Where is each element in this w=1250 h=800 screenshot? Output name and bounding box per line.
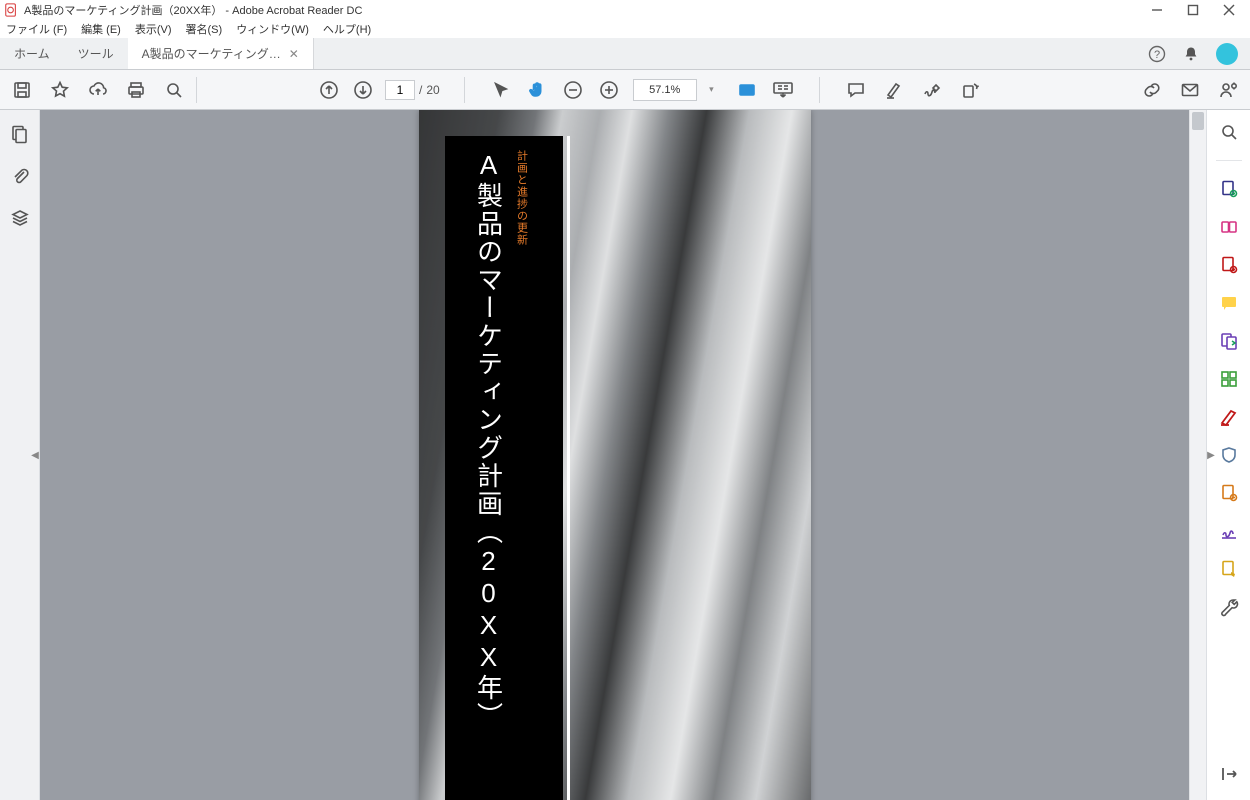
window-close-button[interactable] (1222, 3, 1236, 17)
svg-text:?: ? (1154, 49, 1160, 61)
page-current-input[interactable] (385, 80, 415, 100)
menu-help[interactable]: ヘルプ(H) (323, 21, 371, 37)
compress-icon[interactable] (1219, 483, 1239, 503)
cloud-upload-icon[interactable] (86, 78, 110, 102)
print-icon[interactable] (124, 78, 148, 102)
send-for-signature-icon[interactable] (1219, 559, 1239, 579)
more-tools-icon[interactable] (1219, 597, 1239, 617)
window-title: A製品のマーケティング計画（20XX年） - Adobe Acrobat Rea… (24, 2, 362, 18)
email-icon[interactable] (1178, 78, 1202, 102)
help-icon[interactable]: ? (1148, 45, 1166, 63)
window-minimize-button[interactable] (1150, 3, 1164, 17)
edit-pdf-icon[interactable] (1219, 255, 1239, 275)
selection-tool-icon[interactable] (489, 78, 513, 102)
window-maximize-button[interactable] (1186, 3, 1200, 17)
tab-document-label: A製品のマーケティング… (142, 45, 281, 62)
page-indicator: / 20 (385, 79, 440, 101)
search-icon-rail[interactable] (1219, 122, 1239, 142)
right-rail-collapse-handle[interactable]: ▶ (1205, 434, 1217, 476)
page-total: 20 (426, 83, 439, 97)
vertical-scrollbar[interactable] (1189, 110, 1206, 800)
chevron-down-icon[interactable]: ▾ (709, 84, 714, 95)
slide-subtitle: 計画と進捗の更新 (514, 150, 530, 246)
vertical-scrollbar-thumb[interactable] (1192, 112, 1204, 130)
link-share-icon[interactable] (1140, 78, 1164, 102)
menu-edit[interactable]: 編集 (E) (81, 21, 121, 37)
hand-tool-icon[interactable] (525, 78, 549, 102)
combine-files-icon[interactable] (1219, 331, 1239, 351)
tab-home[interactable]: ホーム (0, 38, 64, 69)
rotate-icon[interactable] (958, 78, 982, 102)
star-icon[interactable] (48, 78, 72, 102)
menu-bar: ファイル (F) 編集 (E) 表示(V) 署名(S) ウィンドウ(W) ヘルプ… (0, 20, 1250, 38)
organize-pages-icon[interactable] (1219, 369, 1239, 389)
sign-icon[interactable] (920, 78, 944, 102)
expand-rail-icon[interactable] (1219, 764, 1239, 784)
slide-title: A製品のマーケティング計画（20XX年） (471, 150, 508, 730)
redact-icon[interactable] (1219, 407, 1239, 427)
save-icon[interactable] (10, 78, 34, 102)
zoom-level[interactable]: 57.1%▾ (633, 79, 697, 101)
protect-icon[interactable] (1219, 445, 1239, 465)
pdf-icon (4, 3, 18, 17)
main-toolbar: / 20 57.1%▾ (0, 70, 1250, 110)
menu-view[interactable]: 表示(V) (135, 21, 172, 37)
fill-sign-icon[interactable] (1219, 521, 1239, 541)
tabstrip: ホーム ツール A製品のマーケティング… ✕ ? (0, 38, 1250, 70)
read-mode-icon[interactable] (771, 78, 795, 102)
document-page: A製品のマーケティング計画（20XX年） 計画と進捗の更新 (419, 110, 811, 800)
menu-window[interactable]: ウィンドウ(W) (236, 21, 309, 37)
comment-icon[interactable] (844, 78, 868, 102)
right-rail: ▶ (1206, 110, 1250, 800)
share-person-icon[interactable] (1216, 78, 1240, 102)
page-up-icon[interactable] (317, 78, 341, 102)
window-titlebar: A製品のマーケティング計画（20XX年） - Adobe Acrobat Rea… (0, 0, 1250, 20)
comment-tool-icon[interactable] (1219, 293, 1239, 313)
menu-file[interactable]: ファイル (F) (6, 21, 67, 37)
left-rail: ◀ (0, 110, 40, 800)
create-pdf-icon[interactable] (1219, 217, 1239, 237)
bell-icon[interactable] (1182, 45, 1200, 63)
menu-sign[interactable]: 署名(S) (186, 21, 223, 37)
document-viewport[interactable]: A製品のマーケティング計画（20XX年） 計画と進捗の更新 (40, 110, 1189, 800)
slide-divider (567, 136, 570, 800)
export-pdf-icon[interactable] (1219, 179, 1239, 199)
thumbnails-panel-icon[interactable] (10, 124, 30, 144)
search-icon[interactable] (162, 78, 186, 102)
page-sep: / (419, 83, 422, 97)
fit-width-icon[interactable] (735, 78, 759, 102)
tab-close-icon[interactable]: ✕ (289, 47, 299, 61)
account-avatar[interactable] (1216, 43, 1238, 65)
layers-panel-icon[interactable] (10, 208, 30, 228)
attachments-panel-icon[interactable] (10, 166, 30, 186)
tab-tools[interactable]: ツール (64, 38, 128, 69)
zoom-in-icon[interactable] (597, 78, 621, 102)
zoom-out-icon[interactable] (561, 78, 585, 102)
tab-document[interactable]: A製品のマーケティング… ✕ (128, 38, 314, 69)
page-down-icon[interactable] (351, 78, 375, 102)
highlighter-icon[interactable] (882, 78, 906, 102)
